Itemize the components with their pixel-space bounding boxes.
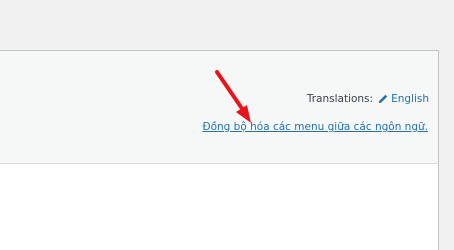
menu-settings-panel: Translations: English Đồng bộ hóa các me… bbox=[0, 50, 439, 250]
panel-header: Translations: English Đồng bộ hóa các me… bbox=[0, 51, 438, 164]
translations-row: Translations: English bbox=[307, 93, 429, 105]
pencil-icon bbox=[377, 93, 389, 105]
language-link-english[interactable]: English bbox=[391, 93, 429, 105]
sync-menus-link[interactable]: Đồng bộ hóa các menu giữa các ngôn ngữ. bbox=[202, 121, 428, 133]
translations-label: Translations: bbox=[306, 93, 374, 105]
